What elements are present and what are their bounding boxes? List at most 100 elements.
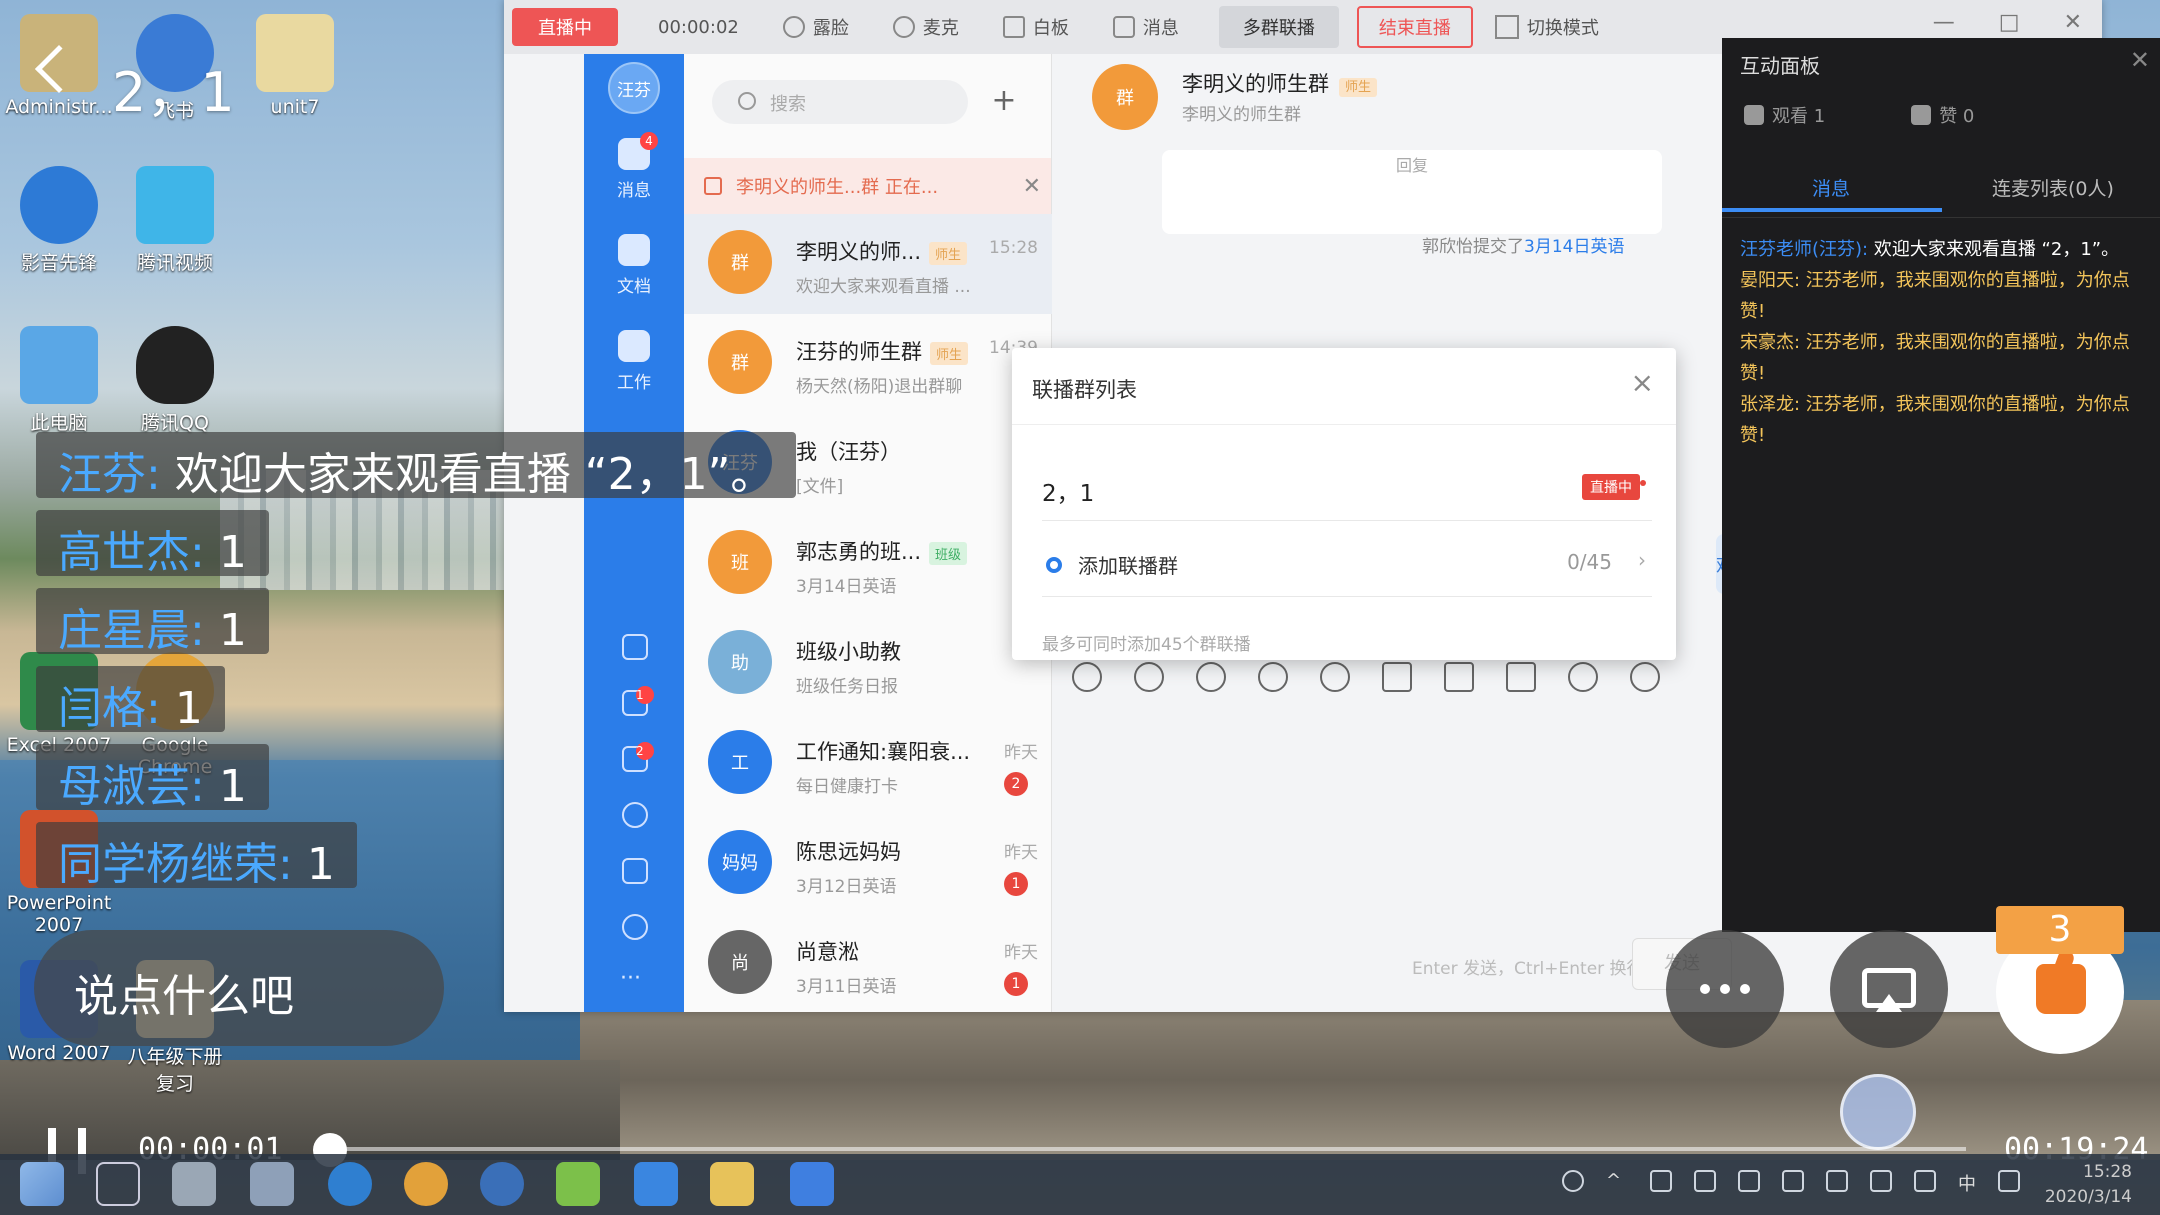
tab-messages[interactable]: 消息 bbox=[1812, 174, 1850, 201]
message-sender: 晏阳天: bbox=[1740, 270, 1801, 291]
security-icon[interactable] bbox=[1650, 1170, 1672, 1192]
close-icon[interactable]: × bbox=[1631, 366, 1654, 399]
wifi-icon[interactable] bbox=[1826, 1170, 1848, 1192]
add-button[interactable]: + bbox=[984, 82, 1024, 122]
system-clock[interactable]: 15:28 2020/3/14 bbox=[2045, 1160, 2132, 1210]
unread-badge: 1 bbox=[1004, 972, 1028, 996]
pen-icon[interactable] bbox=[1914, 1170, 1936, 1192]
conversation-item[interactable]: 助班级小助教昨班级任务日报 bbox=[684, 614, 1052, 714]
wallpaper-rocks-left bbox=[0, 1060, 620, 1160]
conversation-item[interactable]: 妈妈 陈思远妈妈 昨天 3月12日英语 1 bbox=[684, 814, 1052, 914]
live-notice-icon bbox=[704, 177, 722, 195]
ime-indicator[interactable]: 中 bbox=[1958, 1170, 1976, 1196]
task-view-icon[interactable] bbox=[96, 1162, 140, 1206]
file-explorer-icon[interactable] bbox=[710, 1162, 754, 1206]
desktop-icon-qq[interactable]: 腾讯QQ bbox=[120, 326, 230, 435]
tray-arrow-icon[interactable] bbox=[1738, 1170, 1760, 1192]
thumbs-up-icon[interactable] bbox=[1196, 662, 1226, 692]
danmaku-message: 同学杨继荣: 1 bbox=[36, 822, 357, 890]
chrome-icon[interactable] bbox=[404, 1162, 448, 1206]
tab-mic-list[interactable]: 连麦列表(0人) bbox=[1992, 174, 2114, 201]
tencent-video-icon bbox=[136, 166, 214, 244]
wechat-icon[interactable] bbox=[556, 1162, 600, 1206]
mail-icon[interactable] bbox=[622, 858, 648, 884]
whiteboard-toggle[interactable]: 白板 bbox=[1002, 14, 1069, 40]
conversation-item[interactable]: 班郭志勇的班...班级12:3月14日英语 bbox=[684, 514, 1052, 614]
comment-input[interactable]: 说点什么吧 bbox=[34, 930, 444, 1046]
conversation-item[interactable]: 工工作通知:襄阳衰... 昨天 每日健康打卡 2 bbox=[684, 714, 1052, 814]
cast-button[interactable] bbox=[1830, 930, 1948, 1048]
status-dot bbox=[1640, 480, 1646, 486]
sidebar-item-work[interactable]: 工作 bbox=[584, 330, 684, 393]
tray-app2-icon[interactable] bbox=[1782, 1170, 1804, 1192]
close-icon[interactable]: ✕ bbox=[2064, 10, 2082, 35]
switch-mode-button[interactable]: 切换模式 bbox=[1494, 14, 1599, 40]
window-controls: — □ ✕ bbox=[1933, 10, 2082, 35]
edge-icon[interactable] bbox=[328, 1162, 372, 1206]
message-card[interactable]: 回复 bbox=[1162, 150, 1662, 234]
desktop-icon-tencent-video[interactable]: 腾讯视频 bbox=[120, 166, 230, 275]
checkbox-icon[interactable] bbox=[1506, 662, 1536, 692]
camera-toggle[interactable]: 露脸 bbox=[782, 14, 849, 40]
user-avatar[interactable]: 汪芬 bbox=[608, 62, 660, 114]
message-toggle[interactable]: 消息 bbox=[1112, 14, 1179, 40]
ding-icon[interactable] bbox=[1568, 662, 1598, 692]
phone-icon[interactable] bbox=[1630, 662, 1660, 692]
conversation-name: 班级小助教 bbox=[796, 640, 901, 664]
multi-group-live-button[interactable]: 多群联播 bbox=[1218, 6, 1339, 48]
live-notice-bar[interactable]: 李明义的师生...群 正在... ✕ bbox=[684, 158, 1051, 214]
windows-start-icon[interactable] bbox=[20, 1162, 64, 1206]
scissors-icon[interactable] bbox=[1258, 662, 1288, 692]
maximize-icon[interactable]: □ bbox=[1999, 10, 2020, 35]
video-title: 2，1 bbox=[112, 61, 235, 124]
conversation-avatar: 群 bbox=[708, 230, 772, 294]
more-button[interactable] bbox=[1666, 930, 1784, 1048]
dingtalk-icon[interactable] bbox=[634, 1162, 678, 1206]
people-icon[interactable] bbox=[1562, 1170, 1584, 1192]
desktop-icon-this-pc[interactable]: 此电脑 bbox=[4, 326, 114, 435]
calendar-icon[interactable] bbox=[1444, 662, 1474, 692]
more-icon[interactable]: ··· bbox=[620, 966, 641, 991]
todo-icon[interactable]: 1 bbox=[622, 686, 654, 716]
group-avatar: 群 bbox=[1092, 64, 1158, 130]
live-status-tag: 直播中 bbox=[1582, 474, 1640, 500]
search-input[interactable]: 搜索 bbox=[712, 80, 968, 124]
assignment-link[interactable]: 3月14日英语 bbox=[1524, 237, 1624, 257]
end-live-button[interactable]: 结束直播 bbox=[1356, 6, 1473, 48]
danmaku-sender: 闫格: bbox=[58, 683, 161, 734]
contacts-icon[interactable] bbox=[622, 914, 648, 940]
mic-toggle[interactable]: 麦克 bbox=[892, 14, 959, 40]
chevron-up-icon[interactable]: ^ bbox=[1606, 1170, 1628, 1192]
sidebar-item-messages[interactable]: 4 消息 bbox=[584, 132, 684, 201]
chevron-right-icon[interactable]: › bbox=[1638, 548, 1646, 572]
danmaku-text: 1 bbox=[204, 605, 247, 656]
conversation-item[interactable]: 群汪芬的师生群师生14:39杨天然(杨阳)退出群聊 bbox=[684, 314, 1052, 414]
desktop-icon-media-player[interactable]: 影音先锋 bbox=[4, 166, 114, 275]
live-app-icon[interactable] bbox=[790, 1162, 834, 1206]
notification-icon[interactable] bbox=[1998, 1170, 2020, 1192]
add-group-button[interactable]: 添加联播群 bbox=[1046, 550, 1178, 579]
minimize-icon[interactable]: — bbox=[1933, 10, 1955, 35]
folder-icon[interactable] bbox=[1382, 662, 1412, 692]
volume-icon[interactable] bbox=[1870, 1170, 1892, 1192]
calculator-icon[interactable] bbox=[172, 1162, 216, 1206]
phone-icon[interactable] bbox=[622, 802, 648, 828]
close-icon[interactable]: ✕ bbox=[2130, 46, 2150, 74]
windows-taskbar: ^ 中 15:28 2020/3/14 bbox=[0, 1154, 2160, 1215]
browser-icon[interactable] bbox=[480, 1162, 524, 1206]
close-icon[interactable]: ✕ bbox=[1023, 174, 1041, 199]
desktop-icon-unit7[interactable]: unit7 bbox=[240, 14, 350, 118]
sidebar-item-docs[interactable]: 文档 bbox=[584, 234, 684, 297]
tray-app-icon[interactable] bbox=[1694, 1170, 1716, 1192]
ding-icon[interactable]: 2 bbox=[622, 742, 654, 772]
gif-icon[interactable] bbox=[1072, 662, 1102, 692]
conversation-item[interactable]: 群李明义的师... 师生 15:28 欢迎大家来观看直播 ... bbox=[684, 214, 1052, 314]
calendar-icon[interactable] bbox=[622, 634, 648, 660]
mention-icon[interactable] bbox=[1320, 662, 1350, 692]
conversation-item[interactable]: 尚尚意淞 昨天 3月11日英语 1 bbox=[684, 914, 1052, 1014]
floating-avatar[interactable] bbox=[1840, 1074, 1916, 1150]
app-taskbar-icon[interactable] bbox=[250, 1162, 294, 1206]
progress-bar[interactable] bbox=[313, 1133, 1966, 1167]
emoji-icon[interactable] bbox=[1134, 662, 1164, 692]
unread-badge: 1 bbox=[1004, 872, 1028, 896]
